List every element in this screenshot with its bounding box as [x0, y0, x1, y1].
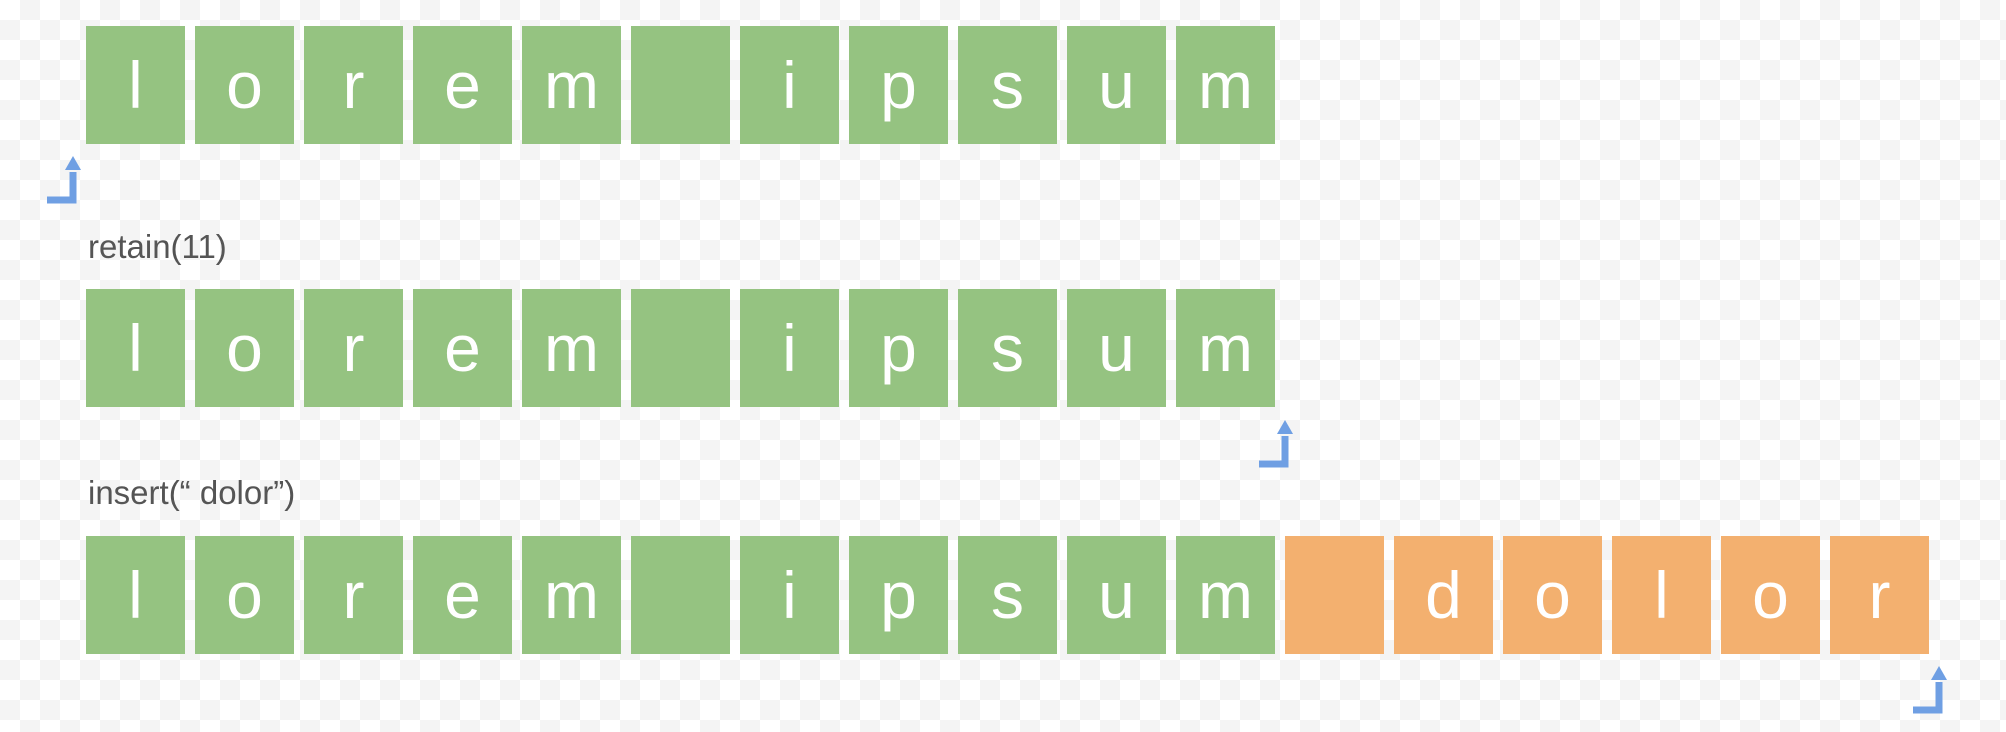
- inserted-char-cell: o: [1721, 536, 1820, 654]
- retained-char-cell: r: [304, 289, 403, 407]
- retained-char-cell: m: [1176, 289, 1275, 407]
- retained-char-cell: s: [958, 536, 1057, 654]
- retained-char-cell: s: [958, 26, 1057, 144]
- cursor-arrow-shaft: [1913, 682, 1943, 714]
- retained-char-cell: l: [86, 26, 185, 144]
- retained-char-cell: o: [195, 26, 294, 144]
- retained-char-cell: e: [413, 289, 512, 407]
- retained-char-cell: m: [1176, 536, 1275, 654]
- cursor-arrow-icon: [47, 156, 81, 204]
- cursor-arrow-head: [1277, 420, 1293, 434]
- retained-char-cell: r: [304, 536, 403, 654]
- inserted-char-cell: l: [1612, 536, 1711, 654]
- retained-char-cell: u: [1067, 289, 1166, 407]
- retained-char-cell: o: [195, 289, 294, 407]
- operation-label-insert: insert(“ dolor”): [88, 474, 296, 511]
- retained-char-cell: e: [413, 536, 512, 654]
- retained-char-cell: r: [304, 26, 403, 144]
- retained-char-cell: [631, 536, 730, 654]
- cursor-arrow-shaft: [1259, 436, 1289, 468]
- text-row-initial: lorem ipsum: [86, 26, 1285, 144]
- operation-label-retain: retain(11): [88, 228, 227, 265]
- retained-char-cell: u: [1067, 536, 1166, 654]
- retained-char-cell: s: [958, 289, 1057, 407]
- text-row-after-insert: lorem ipsum dolor: [86, 536, 1939, 654]
- retained-char-cell: i: [740, 26, 839, 144]
- inserted-char-cell: [1285, 536, 1384, 654]
- inserted-char-cell: r: [1830, 536, 1929, 654]
- retained-char-cell: e: [413, 26, 512, 144]
- text-row-after-retain: lorem ipsum: [86, 289, 1285, 407]
- retained-char-cell: m: [1176, 26, 1275, 144]
- inserted-char-cell: d: [1394, 536, 1493, 654]
- cursor-arrow-head: [1931, 666, 1947, 680]
- cursor-arrow-icon: [1913, 666, 1947, 714]
- retained-char-cell: [631, 26, 730, 144]
- retained-char-cell: l: [86, 289, 185, 407]
- cursor-arrow-shaft: [47, 172, 77, 204]
- cursor-arrow-head: [65, 156, 81, 170]
- retained-char-cell: l: [86, 536, 185, 654]
- retained-char-cell: [631, 289, 730, 407]
- retained-char-cell: p: [849, 26, 948, 144]
- retained-char-cell: m: [522, 26, 621, 144]
- cursor-arrow-icon: [1259, 420, 1293, 468]
- retained-char-cell: p: [849, 536, 948, 654]
- retained-char-cell: m: [522, 536, 621, 654]
- retained-char-cell: u: [1067, 26, 1166, 144]
- retained-char-cell: m: [522, 289, 621, 407]
- inserted-char-cell: o: [1503, 536, 1602, 654]
- retained-char-cell: p: [849, 289, 948, 407]
- retained-char-cell: i: [740, 536, 839, 654]
- retained-char-cell: i: [740, 289, 839, 407]
- retained-char-cell: o: [195, 536, 294, 654]
